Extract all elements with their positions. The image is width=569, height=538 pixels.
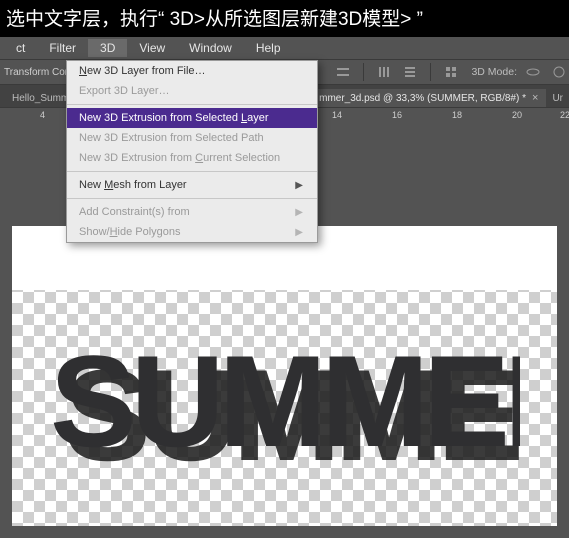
- tab-stub[interactable]: Ur: [548, 90, 567, 107]
- menu-window[interactable]: Window: [177, 39, 244, 57]
- menu-add-constraints: Add Constraint(s) from▶: [67, 202, 317, 222]
- tab-summer-3d[interactable]: mmer_3d.psd @ 33,3% (SUMMER, RGB/8#) *×: [311, 89, 546, 107]
- close-icon[interactable]: ×: [532, 92, 538, 104]
- menu-new-mesh-from-layer[interactable]: New Mesh from Layer▶: [67, 175, 317, 195]
- menu-show-hide-polygons: Show/Hide Polygons▶: [67, 222, 317, 242]
- menu-3d[interactable]: 3D: [88, 39, 127, 57]
- menu-select[interactable]: ct: [4, 39, 37, 57]
- menu-export-3d-layer: Export 3D Layer…: [67, 81, 317, 101]
- sphere-icon[interactable]: [549, 62, 569, 82]
- align-icon-3[interactable]: [333, 62, 353, 82]
- transform-controls-label: Transform Con: [4, 67, 70, 78]
- document-canvas[interactable]: SUMMER SUMMER: [12, 226, 557, 526]
- menu-filter[interactable]: Filter: [37, 39, 88, 57]
- menu-view[interactable]: View: [127, 39, 177, 57]
- svg-text:SUMMER: SUMMER: [50, 328, 520, 474]
- menu-new-3d-extrusion-from-selection: New 3D Extrusion from Current Selection: [67, 148, 317, 168]
- menu-help[interactable]: Help: [244, 39, 293, 57]
- distribute-icon-1[interactable]: [374, 62, 394, 82]
- submenu-arrow-icon: ▶: [295, 180, 303, 191]
- menu-new-3d-extrusion-from-path: New 3D Extrusion from Selected Path: [67, 128, 317, 148]
- main-menubar: ct Filter 3D View Window Help: [0, 37, 569, 59]
- submenu-arrow-icon: ▶: [295, 207, 303, 218]
- orbit-icon[interactable]: [523, 62, 543, 82]
- menu-new-3d-layer-from-file[interactable]: New 3D Layer from File…: [67, 61, 317, 81]
- menu-3d-dropdown: New 3D Layer from File… Export 3D Layer……: [66, 60, 318, 243]
- distribute-icon-2[interactable]: [400, 62, 420, 82]
- tutorial-instruction: 选中文字层，执行“ 3D>从所选图层新建3D模型> ”: [0, 0, 569, 37]
- submenu-arrow-icon: ▶: [295, 227, 303, 238]
- menu-new-3d-extrusion-from-layer[interactable]: New 3D Extrusion from Selected Layer: [67, 108, 317, 128]
- grid-icon[interactable]: [441, 62, 461, 82]
- summer-3d-text: SUMMER SUMMER: [50, 296, 520, 496]
- mode3d-label: 3D Mode:: [471, 66, 517, 78]
